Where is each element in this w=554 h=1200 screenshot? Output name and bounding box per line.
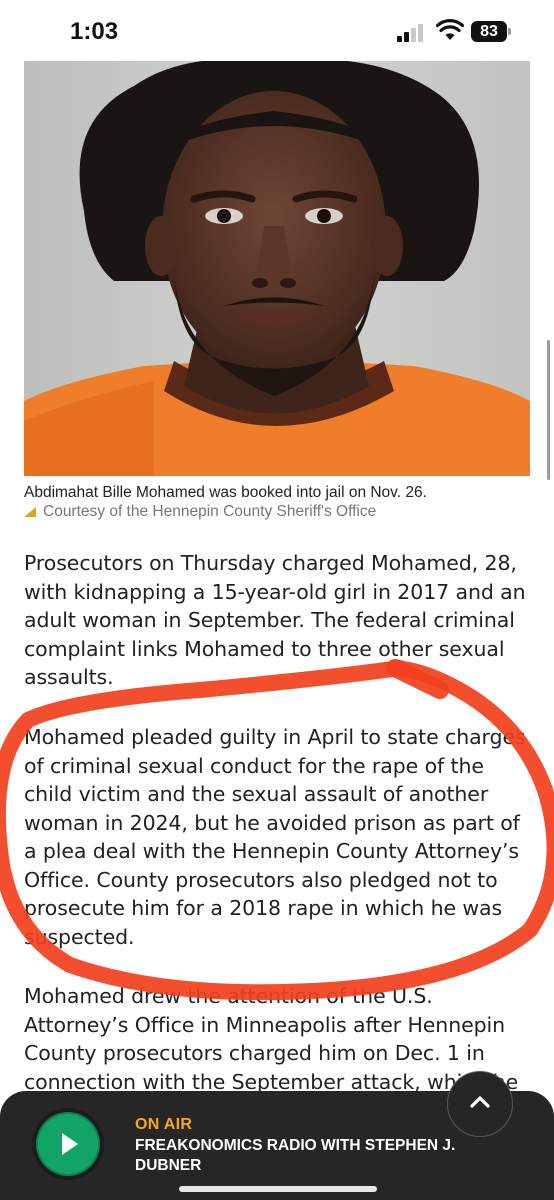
play-icon (62, 1133, 78, 1155)
battery-level: 83 (480, 23, 498, 40)
photo-credit: Courtesy of the Hennepin County Sheriff'… (24, 502, 530, 522)
camera-credit-icon (24, 507, 36, 517)
article-photo (24, 61, 530, 476)
scroll-indicator[interactable] (547, 340, 550, 480)
on-air-label: ON AIR (135, 1116, 193, 1133)
play-button-circle (38, 1114, 98, 1174)
play-button[interactable] (32, 1108, 104, 1180)
photo-credit-text: Courtesy of the Hennepin County Sheriff'… (43, 503, 377, 520)
expand-player-button[interactable] (447, 1071, 513, 1137)
home-indicator[interactable] (179, 1186, 377, 1192)
now-playing-title[interactable]: FREAKONOMICS RADIO WITH STEPHEN J. DUBNE… (135, 1136, 515, 1176)
status-time: 1:03 (70, 18, 119, 45)
article-paragraph: Mohamed pleaded guilty in April to state… (24, 725, 526, 949)
mugshot-image (24, 61, 530, 476)
wifi-icon (436, 19, 464, 40)
cellular-signal-icon (397, 22, 427, 42)
chevron-up-icon (470, 1096, 490, 1108)
battery-tip (508, 28, 511, 35)
photo-caption: Abdimahat Bille Mohamed was booked into … (24, 484, 427, 501)
article-paragraph: Prosecutors on Thursday charged Mohamed,… (24, 551, 526, 689)
status-bar: 1:03 83 (0, 0, 554, 60)
battery-icon: 83 (471, 21, 507, 42)
